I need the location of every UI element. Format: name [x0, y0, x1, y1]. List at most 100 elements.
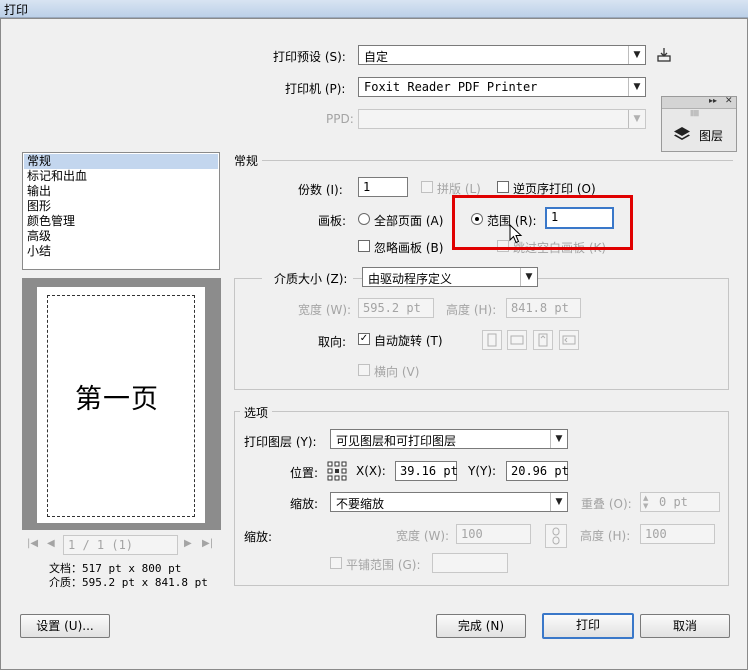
x-label: X(X): — [356, 464, 386, 478]
media-size-select[interactable]: 由驱动程序定义 ▼ — [362, 267, 538, 287]
media-height-value: 841.8 pt — [511, 301, 569, 315]
sidebar-item-output[interactable]: 输出 — [27, 184, 51, 199]
save-preset-icon[interactable] — [656, 46, 672, 64]
copies-label: 份数 (I): — [298, 183, 343, 197]
sidebar-item-graphics[interactable]: 图形 — [27, 199, 51, 214]
scale-width-value: 100 — [461, 527, 483, 541]
sidebar-item-general[interactable]: 常规 — [27, 154, 51, 169]
chevron-down-icon: ▼ — [628, 110, 645, 128]
ppd-select: ▼ — [358, 109, 646, 129]
preview-page-text: 第一页 — [75, 384, 159, 415]
close-icon[interactable]: ✕ — [725, 96, 733, 106]
media-width-value: 595.2 pt — [363, 301, 421, 315]
auto-rotate-label: 自动旋转 (T) — [374, 334, 443, 348]
reverse-order-checkbox[interactable] — [497, 181, 509, 193]
prev-page-icon: ◀ — [47, 538, 55, 549]
ignore-artboard-label: 忽略画板 (B) — [374, 241, 444, 255]
scale-label: 缩放: — [244, 530, 273, 544]
chevron-down-icon: ▼ — [520, 268, 537, 286]
tile-range-checkbox — [330, 557, 342, 569]
tile-range-input — [432, 553, 508, 573]
y-label: Y(Y): — [468, 464, 497, 478]
sidebar-item-advanced[interactable]: 高级 — [27, 229, 51, 244]
constrain-proportions-icon — [545, 524, 567, 548]
collapse-icon[interactable]: ▸▸ — [709, 96, 717, 105]
artboard-label: 画板: — [318, 214, 347, 228]
print-preview: 第一页 — [22, 278, 221, 530]
orientation-label: 取向: — [318, 335, 347, 349]
layers-panel: ▸▸ ✕ |||||||| 图层 — [661, 96, 737, 152]
layers-icon[interactable] — [673, 125, 691, 143]
last-page-icon: ▶| — [202, 538, 214, 549]
page-nav-field: 1 / 1 (1) — [63, 535, 178, 555]
scaling-label: 缩放: — [290, 497, 319, 511]
cancel-button[interactable]: 取消 — [640, 614, 730, 638]
scaling-select[interactable]: 不要缩放 ▼ — [330, 492, 568, 512]
scale-width-input: 100 — [456, 524, 531, 544]
preview-page: 第一页 — [37, 287, 205, 523]
first-page-icon: |◀ — [27, 538, 39, 549]
y-input[interactable]: 20.96 pt — [506, 461, 569, 481]
all-pages-label: 全部页面 (A) — [374, 214, 444, 228]
sidebar-item-marks-bleed[interactable]: 标记和出血 — [27, 169, 87, 184]
done-button[interactable]: 完成 (N) — [436, 614, 526, 638]
auto-rotate-checkbox[interactable]: ✓ — [358, 333, 370, 345]
landscape-icon — [507, 330, 527, 350]
chevron-down-icon: ▼ — [550, 493, 567, 511]
print-layers-value: 可见图层和可打印图层 — [336, 434, 457, 448]
layers-label[interactable]: 图层 — [699, 127, 723, 144]
printer-select[interactable]: Foxit Reader PDF Printer ▼ — [358, 77, 646, 97]
print-layers-select[interactable]: 可见图层和可打印图层 ▼ — [330, 429, 568, 449]
all-pages-radio[interactable] — [358, 213, 370, 225]
reference-point-icon[interactable] — [327, 461, 347, 481]
window-title: 打印 — [4, 3, 29, 17]
transverse-label: 横向 (V) — [374, 365, 420, 379]
next-page-icon: ▶ — [184, 538, 192, 549]
options-section-title: 选项 — [240, 404, 273, 421]
scale-width-label: 宽度 (W): — [396, 529, 450, 543]
portrait-flipped-icon — [533, 330, 553, 350]
page-nav-value: 1 / 1 (1) — [68, 538, 134, 552]
chevron-down-icon: ▼ — [628, 78, 645, 96]
print-layers-label: 打印图层 (Y): — [244, 435, 317, 449]
setup-button[interactable]: 设置 (U)... — [20, 614, 110, 638]
chevron-down-icon: ▼ — [550, 430, 567, 448]
media-width-input: 595.2 pt — [358, 298, 434, 318]
position-label: 位置: — [290, 466, 319, 480]
cursor-icon — [509, 223, 523, 244]
divider — [262, 160, 733, 161]
copies-input[interactable]: 1 — [358, 177, 408, 197]
preset-select[interactable]: 自定 ▼ — [358, 45, 646, 65]
preset-value: 自定 — [364, 50, 389, 64]
media-size-value: 由驱动程序定义 — [368, 272, 453, 286]
sidebar-item-color-management[interactable]: 颜色管理 — [27, 214, 75, 229]
stepper-icon: ▲ ▼ — [643, 494, 649, 510]
printer-label: 打印机 (P): — [285, 82, 346, 96]
general-section-title: 常规 — [234, 154, 259, 168]
overlap-value: 0 pt — [659, 495, 688, 509]
x-value: 39.16 pt — [400, 464, 458, 478]
y-value: 20.96 pt — [511, 464, 569, 478]
collate-checkbox — [421, 181, 433, 193]
ignore-artboard-checkbox[interactable] — [358, 240, 370, 252]
tile-range-label: 平铺范围 (G): — [346, 558, 421, 572]
scaling-value: 不要缩放 — [336, 497, 385, 511]
preset-label: 打印预设 (S): — [273, 50, 346, 64]
ppd-label: PPD: — [326, 112, 354, 126]
media-size-info: 介质：595.2 pt x 841.8 pt — [49, 576, 208, 589]
scale-height-input: 100 — [640, 524, 715, 544]
x-input[interactable]: 39.16 pt — [395, 461, 458, 481]
print-button[interactable]: 打印 — [542, 613, 634, 639]
scale-height-value: 100 — [645, 527, 667, 541]
copies-value: 1 — [363, 180, 371, 194]
selection-highlight — [24, 154, 218, 169]
category-list: 常规 标记和出血 输出 图形 颜色管理 高级 小结 — [22, 152, 220, 270]
grip-icon: |||||||| — [690, 110, 699, 117]
highlight-box — [452, 195, 633, 250]
sidebar-item-summary[interactable]: 小结 — [27, 244, 51, 259]
overlap-input: ▲ ▼ 0 pt — [640, 492, 720, 512]
media-size-label: 介质大小 (Z): — [262, 270, 354, 287]
transverse-checkbox — [358, 364, 370, 376]
chevron-down-icon: ▼ — [628, 46, 645, 64]
media-width-label: 宽度 (W): — [298, 303, 352, 317]
